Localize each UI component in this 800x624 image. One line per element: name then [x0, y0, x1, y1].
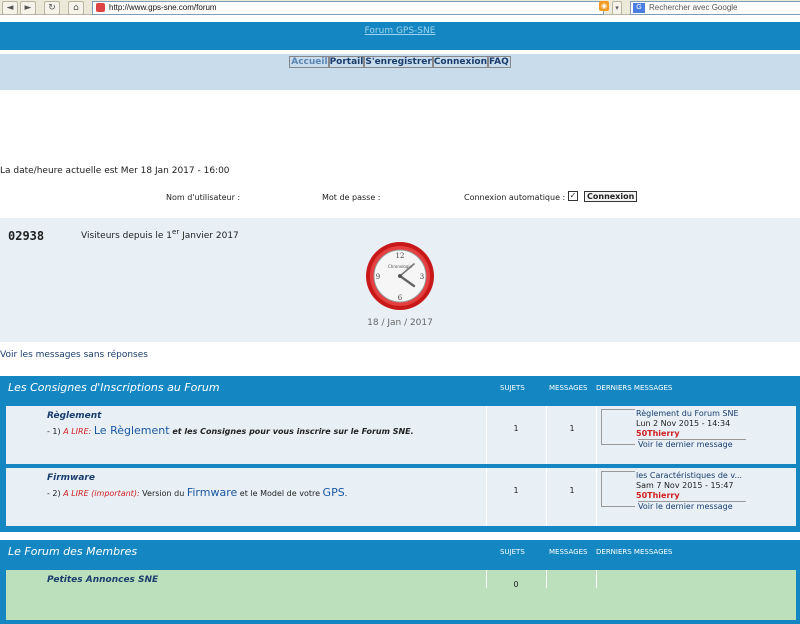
category-1: Les Consignes d'Inscriptions au Forum SU…	[0, 376, 800, 532]
forum-title[interactable]: Forum GPS-SNE	[0, 26, 800, 36]
desc-big2: GPS	[322, 486, 345, 499]
visitors-text-end: Janvier 2017	[179, 231, 239, 241]
nav-register[interactable]: S'enregistrer	[363, 56, 434, 68]
last-post-date: Lun 2 Nov 2015 - 14:34	[636, 419, 731, 428]
forum-name[interactable]: Règlement	[47, 411, 101, 421]
nav-faq[interactable]: FAQ	[487, 56, 511, 68]
col-messages: MESSAGES	[549, 384, 588, 392]
last-post-date: Sam 7 Nov 2015 - 15:47	[636, 481, 734, 490]
desc-rest: et les Consignes pour vous inscrire sur …	[169, 427, 414, 436]
address-bar[interactable]: http://www.gps-sne.com/forum	[92, 1, 604, 15]
column-separator	[546, 406, 547, 464]
auto-login-label: Connexion automatique :	[464, 193, 566, 202]
nav-bar: Accueil Portail S'enregistrer Connexion FAQ	[0, 54, 800, 90]
column-separator	[486, 570, 487, 588]
nav-links: Accueil Portail S'enregistrer Connexion FAQ	[0, 56, 800, 68]
login-form: Nom d'utilisateur : Mot de passe : Conne…	[166, 188, 800, 208]
category-2: Le Forum des Membres SUJETS MESSAGES DER…	[0, 540, 800, 624]
desc-prefix: - 1)	[47, 427, 61, 436]
login-button[interactable]: Connexion	[584, 191, 638, 202]
last-post-author[interactable]: 50Thierry	[636, 491, 680, 500]
rss-icon[interactable]: ◉	[599, 1, 609, 11]
browser-toolbar: ◄ ► ↻ ⌂ http://www.gps-sne.com/forum ◉ ▾…	[0, 0, 800, 15]
last-post-author[interactable]: 50Thierry	[636, 429, 680, 438]
desc-prefix: - 2)	[47, 489, 61, 498]
visitors-panel: 02938 Visiteurs depuis le 1er Janvier 20…	[0, 218, 800, 342]
svg-text:3: 3	[420, 273, 424, 281]
messages-count: 1	[569, 486, 575, 495]
password-label: Mot de passe :	[322, 193, 381, 202]
visitor-counter: 02938	[8, 229, 45, 243]
desc-mid2: et le Model de votre	[237, 489, 323, 498]
desc-red: A LIRE:	[63, 427, 92, 436]
nav-home[interactable]: Accueil	[289, 56, 330, 68]
col-topics: SUJETS	[500, 384, 525, 392]
column-separator	[486, 406, 487, 464]
forum-row: Petites Annonces SNE 0	[6, 570, 796, 620]
current-datetime: La date/heure actuelle est Mer 18 Jan 20…	[0, 166, 230, 176]
column-separator	[486, 468, 487, 526]
username-field[interactable]	[252, 188, 308, 198]
topics-count: 0	[513, 580, 519, 589]
column-separator	[546, 570, 547, 588]
visitors-text: Visiteurs depuis le 1er Janvier 2017	[81, 228, 239, 241]
search-input[interactable]: G Rechercher avec Google	[630, 1, 800, 15]
visitors-text-start: Visiteurs depuis le 1	[81, 231, 173, 241]
column-separator	[596, 468, 597, 526]
last-post-avatar	[601, 409, 635, 445]
forum-description: - 1) A LIRE: Le Règlement et les Consign…	[47, 424, 414, 437]
google-icon: G	[633, 3, 645, 13]
last-post-title[interactable]: les Caractéristiques de v...	[636, 471, 742, 480]
col-last: DERNIERS MESSAGES	[596, 548, 673, 556]
forum-name[interactable]: Petites Annonces SNE	[47, 575, 158, 585]
category-title[interactable]: Les Consignes d'Inscriptions au Forum	[8, 381, 220, 394]
unanswered-link[interactable]: Voir les messages sans réponses	[0, 350, 148, 360]
username-label: Nom d'utilisateur :	[166, 193, 241, 202]
topics-count: 1	[513, 424, 519, 433]
chevron-down-icon[interactable]: ▾	[612, 1, 622, 15]
last-post-title[interactable]: Règlement du Forum SNE	[636, 409, 739, 418]
column-separator	[546, 468, 547, 526]
desc-big: Firmware	[186, 486, 238, 499]
back-icon[interactable]: ◄	[2, 1, 18, 15]
column-separator	[596, 406, 597, 464]
svg-text:12: 12	[396, 252, 405, 260]
nav-login[interactable]: Connexion	[431, 56, 489, 68]
search-placeholder: Rechercher avec Google	[649, 3, 738, 12]
view-last-post-link[interactable]: Voir le dernier message	[638, 501, 746, 511]
desc-end: .	[344, 489, 348, 498]
desc-big: Le Règlement	[93, 424, 170, 437]
category-title[interactable]: Le Forum des Membres	[8, 545, 137, 558]
col-topics: SUJETS	[500, 548, 525, 556]
forum-row: Firmware - 2) A LIRE (important): Versio…	[6, 468, 796, 526]
svg-text:6: 6	[398, 294, 403, 302]
col-last: DERNIERS MESSAGES	[596, 384, 673, 392]
forum-row: Règlement - 1) A LIRE: Le Règlement et l…	[6, 406, 796, 464]
view-last-post-link[interactable]: Voir le dernier message	[638, 439, 746, 449]
desc-red: A LIRE (important):	[63, 489, 140, 498]
reload-icon[interactable]: ↻	[44, 1, 60, 15]
favicon-icon	[96, 3, 105, 12]
messages-count: 1	[569, 424, 575, 433]
url-text: http://www.gps-sne.com/forum	[109, 3, 217, 12]
col-messages: MESSAGES	[549, 548, 588, 556]
home-icon[interactable]: ⌂	[68, 1, 84, 15]
desc-mid: Version du	[139, 489, 187, 498]
topics-count: 1	[513, 486, 519, 495]
column-separator	[596, 570, 597, 588]
password-field[interactable]	[393, 188, 449, 198]
forward-icon[interactable]: ►	[20, 1, 36, 15]
clock-date: 18 / Jan / 2017	[367, 318, 433, 328]
auto-login-checkbox[interactable]: ✓	[568, 191, 578, 201]
clock-icon: 12 3 6 9 Chronologie	[366, 242, 434, 310]
forum-description: - 2) A LIRE (important): Version du Firm…	[47, 486, 347, 499]
nav-portal[interactable]: Portail	[327, 56, 366, 68]
forum-name[interactable]: Firmware	[47, 473, 95, 483]
svg-text:9: 9	[376, 273, 380, 281]
last-post-avatar	[601, 471, 635, 507]
forum-header: Forum GPS-SNE	[0, 22, 800, 50]
clock-widget: 12 3 6 9 Chronologie	[364, 240, 436, 312]
